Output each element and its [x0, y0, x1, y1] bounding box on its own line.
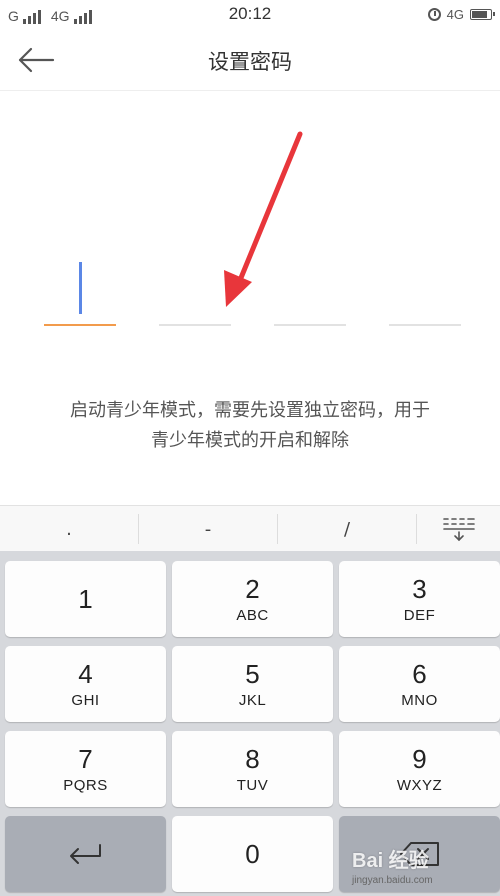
baidu-watermark: Bai 经验 jingyan.baidu.com — [352, 844, 472, 890]
key-letters: TUV — [236, 777, 269, 794]
key-0[interactable]: 0 — [172, 816, 333, 892]
symbol-key-dash[interactable]: - — [139, 506, 277, 552]
key-number: 9 — [412, 744, 427, 774]
key-number: 0 — [245, 839, 260, 869]
symbol-key-dot[interactable]: . — [0, 506, 138, 552]
key-letters: MNO — [401, 692, 438, 709]
annotation-arrow-icon — [224, 131, 303, 307]
key-8[interactable]: 8 TUV — [172, 731, 333, 807]
symbol-key-slash[interactable]: / — [278, 506, 416, 552]
keyboard-symbol-bar: . - / — [0, 505, 500, 552]
enter-key[interactable] — [5, 816, 166, 892]
key-4[interactable]: 4 GHI — [5, 646, 166, 722]
key-number: 3 — [412, 574, 427, 604]
hint-line-2: 青少年模式的开启和解除 — [151, 430, 349, 451]
key-letters: GHI — [71, 692, 100, 709]
watermark-url: jingyan.baidu.com — [352, 875, 433, 886]
enter-icon — [69, 844, 101, 864]
key-letters: PQRS — [63, 777, 108, 794]
hint-line-1: 启动青少年模式，需要先设置独立密码，用于 — [70, 400, 430, 421]
key-1[interactable]: 1 — [5, 561, 166, 637]
key-6[interactable]: 6 MNO — [339, 646, 500, 722]
key-number: 7 — [78, 744, 93, 774]
key-number: 8 — [245, 744, 260, 774]
key-9[interactable]: 9 WXYZ — [339, 731, 500, 807]
watermark-main: Bai 经验 — [352, 850, 429, 872]
key-7[interactable]: 7 PQRS — [5, 731, 166, 807]
key-letters: DEF — [403, 607, 436, 624]
key-letters: WXYZ — [396, 777, 443, 794]
key-letters: JKL — [238, 692, 267, 709]
keyboard-collapse-icon — [443, 518, 475, 542]
key-2[interactable]: 2 ABC — [172, 561, 333, 637]
key-5[interactable]: 5 JKL — [172, 646, 333, 722]
key-number: 4 — [78, 659, 93, 689]
key-3[interactable]: 3 DEF — [339, 561, 500, 637]
hint-text: 启动青少年模式，需要先设置独立密码，用于 青少年模式的开启和解除 — [20, 396, 480, 456]
key-number: 6 — [412, 659, 427, 689]
keyboard-collapse-button[interactable] — [418, 506, 500, 552]
key-letters: ABC — [236, 607, 269, 624]
key-number: 5 — [245, 659, 260, 689]
key-number: 1 — [78, 584, 93, 614]
symbol-divider — [416, 514, 417, 544]
key-number: 2 — [245, 574, 260, 604]
